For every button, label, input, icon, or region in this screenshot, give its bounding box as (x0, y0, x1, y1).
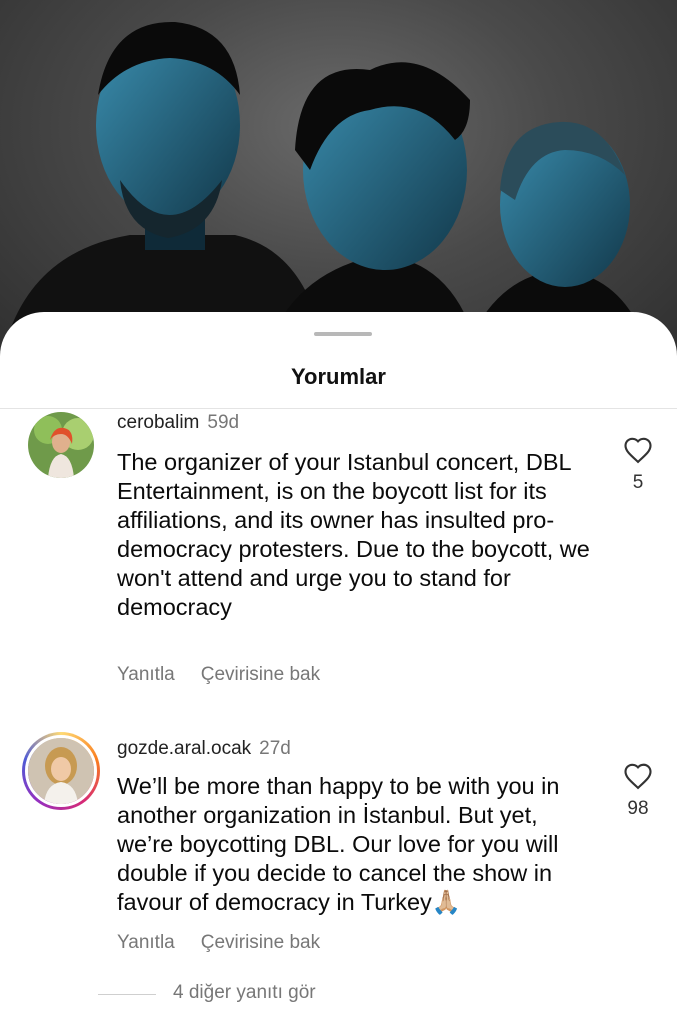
like-count: 98 (627, 798, 649, 819)
avatar (25, 735, 97, 807)
band-photo-illustration (10, 21, 645, 340)
like-button[interactable]: 5 (620, 436, 656, 494)
sheet-drag-handle[interactable] (314, 332, 372, 336)
avatar-photo (28, 412, 94, 478)
reply-button[interactable]: Yanıtla (117, 932, 175, 953)
avatar[interactable] (28, 412, 94, 478)
comment-actions: Yanıtla Çevirisine bak (117, 664, 346, 686)
replies-divider (98, 994, 156, 995)
comment-time: 59d (207, 412, 240, 433)
heart-outline-icon (624, 763, 652, 790)
comment-meta: cerobalim 59d (117, 412, 239, 434)
username[interactable]: gozde.aral.ocak (117, 738, 251, 759)
post-image (0, 0, 677, 360)
reply-button[interactable]: Yanıtla (117, 664, 175, 685)
comment-time: 27d (259, 738, 291, 759)
like-count: 5 (632, 472, 644, 493)
divider (0, 408, 677, 409)
comment-text: We’ll be more than happy to be with you … (117, 773, 560, 915)
comment-actions: Yanıtla Çevirisine bak (117, 932, 346, 954)
comment-text: The organizer of your Istanbul concert, … (117, 449, 590, 620)
view-more-replies-button[interactable]: 4 diğer yanıtı gör (173, 982, 316, 1004)
see-translation-button[interactable]: Çevirisine bak (201, 664, 320, 685)
avatar-story-ring[interactable] (22, 732, 100, 810)
comment-meta: gozde.aral.ocak 27d (117, 738, 291, 760)
heart-outline-icon (624, 437, 652, 464)
sheet-title: Yorumlar (291, 364, 386, 389)
see-translation-button[interactable]: Çevirisine bak (201, 932, 320, 953)
like-button[interactable]: 98 (620, 762, 656, 820)
avatar-photo (28, 738, 94, 804)
username[interactable]: cerobalim (117, 412, 199, 433)
